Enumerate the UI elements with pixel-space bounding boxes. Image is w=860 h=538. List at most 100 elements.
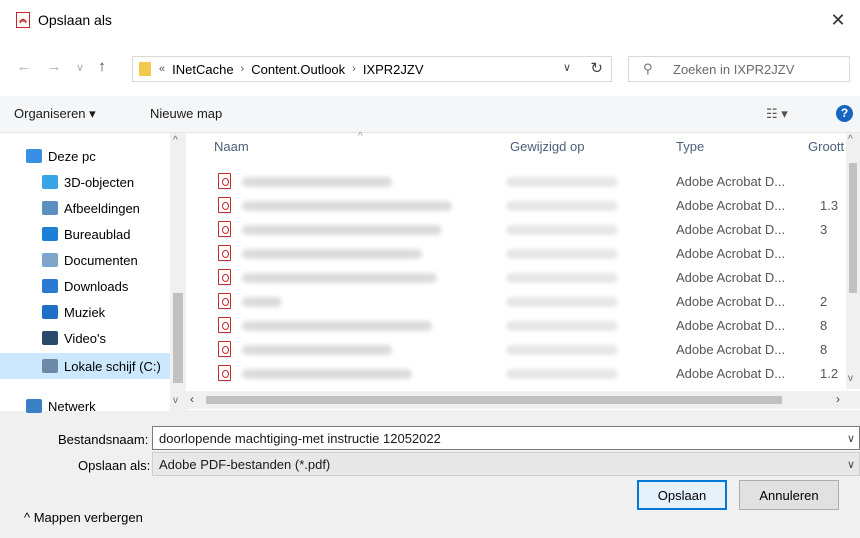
table-row[interactable]: Adobe Acrobat D... 8 — [186, 337, 846, 361]
blurred-file-name — [242, 273, 437, 283]
blurred-modified-date — [506, 201, 618, 211]
search-box[interactable]: ⚲ Zoeken in IXPR2JZV — [628, 56, 850, 82]
column-header-type[interactable]: Type — [676, 139, 704, 154]
file-type: Adobe Acrobat D... — [676, 174, 786, 189]
blurred-modified-date — [506, 321, 618, 331]
sidebar-item[interactable]: Video's — [0, 325, 170, 351]
save-button[interactable]: Opslaan — [637, 480, 727, 510]
view-options-icon[interactable]: ☷ ▾ — [766, 106, 788, 122]
blurred-modified-date — [506, 369, 618, 379]
scroll-down-icon[interactable]: v — [173, 395, 178, 406]
pdf-icon — [16, 12, 30, 28]
sidebar-item[interactable]: 3D-objecten — [0, 169, 170, 195]
overflow-icon[interactable]: « — [159, 63, 165, 75]
blurred-file-name — [242, 369, 412, 379]
forward-arrow-icon[interactable]: → — [44, 58, 64, 75]
file-size: 2 — [820, 294, 828, 309]
computer-icon — [26, 149, 42, 163]
chevron-down-icon[interactable]: ∨ — [847, 458, 855, 471]
sidebar-item-label: Video's — [64, 330, 106, 346]
filename-input[interactable]: doorlopende machtiging-met instructie 12… — [152, 426, 860, 450]
table-row[interactable]: Adobe Acrobat D... — [186, 265, 846, 289]
sidebar-item-label: Downloads — [64, 278, 129, 294]
network-icon — [26, 399, 42, 413]
blurred-modified-date — [506, 273, 618, 283]
hide-folders-toggle[interactable]: ^ Mappen verbergen — [24, 510, 143, 525]
sidebar-item[interactable]: Bureaublad — [0, 221, 170, 247]
pictures-icon — [42, 201, 58, 215]
pdf-file-icon — [218, 245, 231, 261]
recent-locations-icon[interactable]: ∨ — [70, 61, 90, 74]
address-dropdown-icon[interactable]: ∨ — [563, 61, 571, 74]
blurred-modified-date — [506, 297, 618, 307]
table-row[interactable]: Adobe Acrobat D... — [186, 169, 846, 193]
pdf-file-icon — [218, 173, 231, 189]
table-row[interactable]: Adobe Acrobat D... 1.3 — [186, 193, 846, 217]
sidebar-item-label: Afbeeldingen — [64, 200, 140, 216]
filename-value[interactable]: doorlopende machtiging-met instructie 12… — [159, 431, 441, 446]
sidebar-item[interactable]: Afbeeldingen — [0, 195, 170, 221]
title-bar: Opslaan als ✕ — [0, 0, 860, 40]
sidebar-item[interactable]: Documenten — [0, 247, 170, 273]
back-arrow-icon[interactable]: ← — [14, 58, 34, 75]
sidebar-scrollbar[interactable]: ^ v — [170, 133, 186, 411]
scroll-up-icon[interactable]: ^ — [173, 135, 178, 146]
breadcrumb-content-outlook[interactable]: Content.Outlook — [251, 62, 345, 77]
address-bar[interactable]: « INetCache › Content.Outlook › IXPR2JZV… — [132, 56, 612, 82]
window-title: Opslaan als — [38, 12, 112, 28]
file-type: Adobe Acrobat D... — [676, 222, 786, 237]
file-type: Adobe Acrobat D... — [676, 318, 786, 333]
breadcrumb-inetcache[interactable]: INetCache — [172, 62, 233, 77]
column-header-name[interactable]: Naam — [214, 139, 249, 154]
sidebar-item[interactable]: Muziek — [0, 299, 170, 325]
sidebar-item[interactable]: Lokale schijf (C:) — [0, 353, 170, 379]
help-icon[interactable]: ? — [836, 105, 853, 122]
column-header-modified[interactable]: Gewijzigd op — [510, 139, 584, 154]
organize-button[interactable]: Organiseren ▾ — [14, 106, 96, 122]
scroll-up-icon[interactable]: ^ — [848, 134, 853, 145]
scroll-left-icon[interactable]: ‹ — [190, 392, 194, 406]
pdf-file-icon — [218, 341, 231, 357]
file-size: 8 — [820, 342, 828, 357]
close-button[interactable]: ✕ — [816, 0, 860, 40]
sidebar-item[interactable]: Downloads — [0, 273, 170, 299]
sidebar-item[interactable]: Netwerk — [0, 393, 170, 419]
chevron-right-icon[interactable]: › — [241, 63, 245, 75]
chevron-right-icon[interactable]: › — [352, 63, 356, 75]
command-toolbar: Organiseren ▾ Nieuwe map ☷ ▾ ? — [0, 96, 860, 132]
pdf-file-icon — [218, 293, 231, 309]
sidebar-scroll-thumb[interactable] — [173, 293, 183, 383]
file-size: 1.3 — [820, 198, 839, 213]
file-list-scrollbar[interactable]: ^ v — [846, 133, 860, 389]
scroll-down-icon[interactable]: v — [848, 373, 853, 384]
breadcrumb-ixpr2jzv[interactable]: IXPR2JZV — [363, 62, 424, 77]
desktop-icon — [42, 227, 58, 241]
blurred-modified-date — [506, 345, 618, 355]
refresh-icon[interactable]: ↻ — [590, 59, 603, 77]
sidebar-item[interactable]: Deze pc — [0, 143, 170, 169]
table-row[interactable]: Adobe Acrobat D... — [186, 241, 846, 265]
table-row[interactable]: Adobe Acrobat D... 2 — [186, 289, 846, 313]
pdf-file-icon — [218, 317, 231, 333]
blurred-file-name — [242, 225, 442, 235]
cancel-button[interactable]: Annuleren — [739, 480, 839, 510]
column-header-size[interactable]: Groott — [808, 139, 844, 154]
filetype-select[interactable]: Adobe PDF-bestanden (*.pdf) ∨ — [152, 452, 860, 476]
filetype-value[interactable]: Adobe PDF-bestanden (*.pdf) — [159, 457, 330, 472]
pdf-file-icon — [218, 197, 231, 213]
navigation-bar: ← → ∨ ↑ « INetCache › Content.Outlook › … — [0, 40, 860, 96]
up-arrow-icon[interactable]: ↑ — [92, 58, 112, 75]
blurred-file-name — [242, 249, 422, 259]
search-placeholder[interactable]: Zoeken in IXPR2JZV — [673, 62, 794, 77]
scroll-right-icon[interactable]: › — [836, 392, 840, 406]
file-list-scroll-thumb[interactable] — [849, 163, 857, 293]
horizontal-scroll-thumb[interactable] — [206, 396, 782, 404]
table-row[interactable]: Adobe Acrobat D... 8 — [186, 313, 846, 337]
sidebar-item-label: Deze pc — [48, 148, 96, 164]
table-row[interactable]: Adobe Acrobat D... 3 — [186, 217, 846, 241]
filetype-label: Opslaan als: — [78, 458, 151, 473]
chevron-down-icon[interactable]: ∨ — [847, 432, 855, 445]
table-row[interactable]: Adobe Acrobat D... 1.2 — [186, 361, 846, 385]
horizontal-scrollbar[interactable]: ‹ › — [186, 391, 860, 409]
new-folder-button[interactable]: Nieuwe map — [150, 106, 222, 121]
